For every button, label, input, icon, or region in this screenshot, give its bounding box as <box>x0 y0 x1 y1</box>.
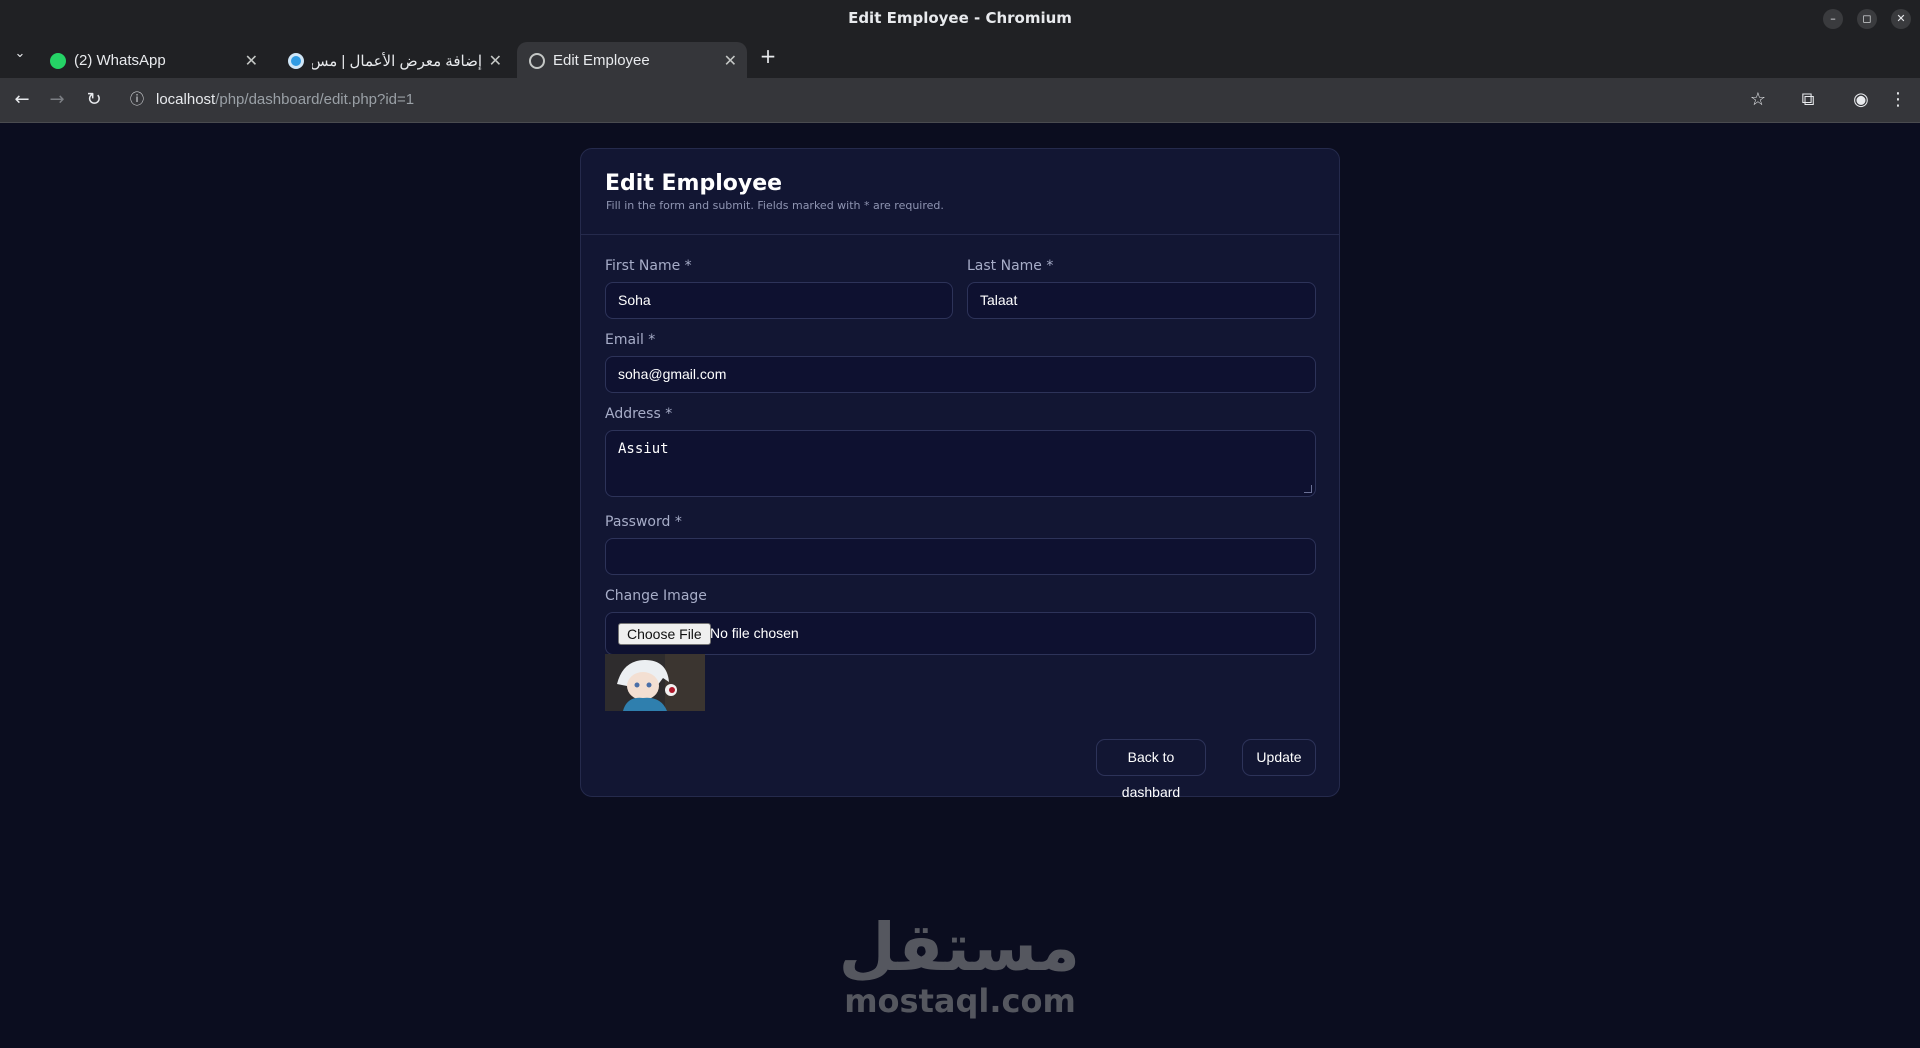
page-title: Edit Employee <box>605 171 783 196</box>
image-file-input[interactable]: Choose File No file chosen <box>605 612 1316 655</box>
address-value: Assiut <box>618 441 669 457</box>
choose-file-button[interactable]: Choose File <box>618 623 711 645</box>
email-label: Email * <box>605 332 656 348</box>
card-header: Edit Employee Fill in the form and submi… <box>581 149 1339 235</box>
edit-employee-card: Edit Employee Fill in the form and submi… <box>580 148 1340 800</box>
menu-kebab-icon[interactable]: ⋮ <box>1886 88 1910 112</box>
window-titlebar: Edit Employee - Chromium – ◻ ✕ <box>0 0 1920 36</box>
watermark-latin: mostaql.com <box>844 982 1076 1020</box>
last-name-input[interactable]: Talaat <box>967 282 1316 319</box>
address-textarea[interactable]: Assiut <box>605 430 1316 497</box>
password-label: Password * <box>605 514 682 530</box>
tab-edit-employee[interactable]: Edit Employee ✕ <box>517 42 747 78</box>
minimize-icon[interactable]: – <box>1823 9 1843 29</box>
close-tab-icon[interactable]: ✕ <box>245 51 258 71</box>
window-title: Edit Employee - Chromium <box>848 9 1072 27</box>
file-status: No file chosen <box>710 625 799 641</box>
close-window-icon[interactable]: ✕ <box>1891 9 1911 29</box>
update-button[interactable]: Update <box>1242 739 1316 776</box>
address-label: Address * <box>605 406 673 422</box>
profile-icon[interactable]: ◉ <box>1849 88 1873 112</box>
tab-mostaql[interactable]: إضافة معرض الأعمال | مس... ✕ <box>276 42 512 78</box>
tab-search-chevron-icon[interactable]: ⌄ <box>8 42 32 66</box>
restore-icon[interactable]: ◻ <box>1857 9 1877 29</box>
resize-handle-icon[interactable] <box>1304 485 1312 493</box>
tab-whatsapp[interactable]: (2) WhatsApp ✕ <box>38 42 268 78</box>
whatsapp-icon <box>50 53 66 69</box>
new-tab-icon[interactable]: + <box>756 44 780 68</box>
tab-title: Edit Employee <box>553 52 650 69</box>
tab-strip: ⌄ (2) WhatsApp ✕ إضافة معرض الأعمال | مس… <box>0 36 1920 78</box>
watermark-arabic: مستقل <box>838 909 1080 986</box>
email-input[interactable]: soha@gmail.com <box>605 356 1316 393</box>
extensions-icon[interactable]: ⧉ <box>1796 88 1820 112</box>
reload-icon[interactable]: ↻ <box>82 88 106 112</box>
back-to-dashboard-button[interactable]: Back to dashbard <box>1096 739 1206 800</box>
back-icon[interactable]: ← <box>10 88 34 112</box>
close-tab-icon[interactable]: ✕ <box>724 51 737 71</box>
form-instructions: Fill in the form and submit. Fields mark… <box>606 199 944 212</box>
forward-icon[interactable]: → <box>45 88 69 112</box>
mostaql-icon <box>288 53 304 69</box>
first-name-input[interactable]: Soha <box>605 282 953 319</box>
password-input[interactable] <box>605 538 1316 575</box>
bookmark-star-icon[interactable]: ☆ <box>1746 88 1770 112</box>
site-info-icon[interactable]: ⓘ <box>125 88 149 112</box>
url-path: /php/dashboard/edit.php?id=1 <box>215 91 415 108</box>
browser-toolbar: ← → ↻ ⓘ localhost/php/dashboard/edit.php… <box>0 78 1920 123</box>
current-employee-image <box>605 654 705 711</box>
globe-icon <box>529 53 545 69</box>
tab-title: إضافة معرض الأعمال | مس... <box>312 53 482 70</box>
change-image-label: Change Image <box>605 588 707 604</box>
address-bar[interactable]: localhost/php/dashboard/edit.php?id=1 <box>156 91 414 108</box>
tab-title: (2) WhatsApp <box>74 52 166 69</box>
url-host: localhost <box>156 91 216 108</box>
page-viewport: Edit Employee Fill in the form and submi… <box>0 123 1920 1048</box>
first-name-label: First Name * <box>605 258 692 274</box>
close-tab-icon[interactable]: ✕ <box>489 51 502 71</box>
last-name-label: Last Name * <box>967 258 1054 274</box>
watermark-logo: مستقل mostaql.com <box>838 909 1080 1020</box>
